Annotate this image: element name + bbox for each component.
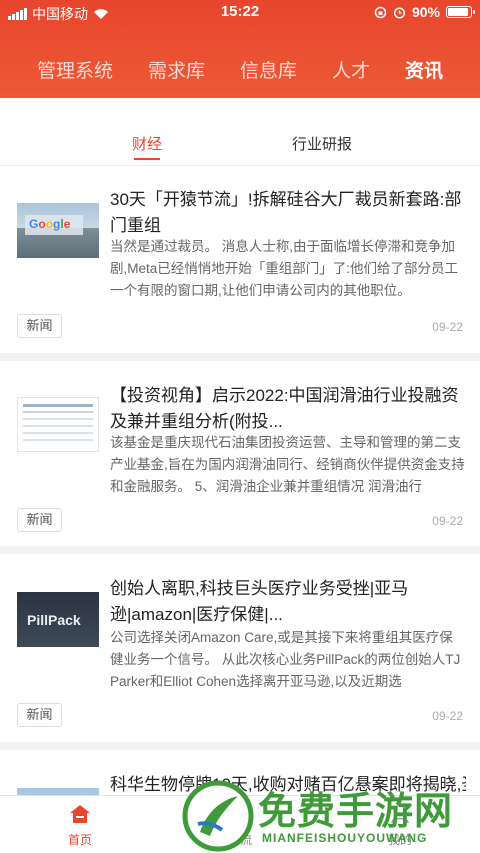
nav-demand-library[interactable]: 需求库: [148, 56, 205, 83]
article-title[interactable]: 【投资视角】启示2022:中国润滑油行业投融资及兼并重组分析(附投...: [110, 383, 466, 435]
article-date: 09-22: [432, 514, 463, 528]
thumbnail-text: PillPack: [27, 612, 81, 628]
article-thumbnail: Google: [17, 203, 99, 258]
watermark-title: 免费手游网: [258, 791, 454, 833]
article-thumbnail: [17, 788, 99, 795]
sub-tabs: 财经 行业研报: [0, 98, 480, 166]
article-title[interactable]: 创始人离职,科技巨头医疗业务受挫|亚马逊|amazon|医疗保健|...: [110, 576, 466, 628]
battery-icon: [446, 6, 475, 18]
tab-finance[interactable]: 财经: [132, 133, 162, 154]
divider: [0, 742, 480, 750]
article-date: 09-22: [432, 320, 463, 334]
article-tag: 新闻: [17, 314, 62, 338]
divider: [0, 353, 480, 361]
watermark: 免费手游网 MIANFEISHOUYOUWANG: [180, 778, 480, 853]
alarm-icon: [393, 6, 406, 19]
article-summary: 当然是通过裁员。 消息人士称,由于面临增长停滞和竞争加剧,Meta已经悄悄地开始…: [110, 239, 459, 298]
article-card[interactable]: 【投资视角】启示2022:中国润滑油行业投融资及兼并重组分析(附投... 该基金…: [0, 361, 480, 551]
article-tag: 新闻: [17, 703, 62, 727]
home-icon: [70, 805, 90, 823]
article-thumbnail: PillPack: [17, 592, 99, 647]
status-bar: 中国移动 15:22 90%: [0, 0, 480, 26]
battery-percent: 90%: [411, 4, 440, 20]
watermark-logo-icon: [182, 780, 254, 852]
rotation-lock-icon: [374, 6, 387, 18]
article-tag: 新闻: [17, 508, 62, 532]
tab-industry-research[interactable]: 行业研报: [292, 133, 352, 154]
article-summary: 该基金是重庆现代石油集团投资运营、主导和管理的第二支产业基金,旨在为国内润滑油同…: [110, 435, 465, 494]
active-tab-indicator: [134, 158, 160, 160]
nav-management-system[interactable]: 管理系统: [37, 56, 113, 83]
article-card[interactable]: Google 30天「开猿节流」!拆解硅谷大厂裁员新套路:部门重组 当然是通过裁…: [0, 167, 480, 353]
top-nav: 管理系统 需求库 信息库 人才 资讯: [0, 50, 480, 90]
nav-info-library[interactable]: 信息库: [240, 56, 297, 83]
tab-home[interactable]: 首页: [50, 802, 110, 848]
nav-news[interactable]: 资讯: [405, 56, 443, 83]
divider: [0, 546, 480, 554]
watermark-subtitle: MIANFEISHOUYOUWANG: [262, 831, 428, 845]
article-date: 09-22: [432, 709, 463, 723]
tab-home-label: 首页: [67, 833, 92, 847]
app-header: 中国移动 15:22 90% 管理系统 需求库 信息库 人才 资讯: [0, 0, 480, 98]
nav-talent[interactable]: 人才: [332, 56, 370, 83]
article-thumbnail: [17, 397, 99, 452]
article-title[interactable]: 30天「开猿节流」!拆解硅谷大厂裁员新套路:部门重组: [110, 187, 466, 239]
article-card[interactable]: PillPack 创始人离职,科技巨头医疗业务受挫|亚马逊|amazon|医疗保…: [0, 554, 480, 744]
article-summary: 公司选择关闭Amazon Care,或是其接下来将重组其医疗保健业务一个信号。 …: [110, 630, 461, 689]
